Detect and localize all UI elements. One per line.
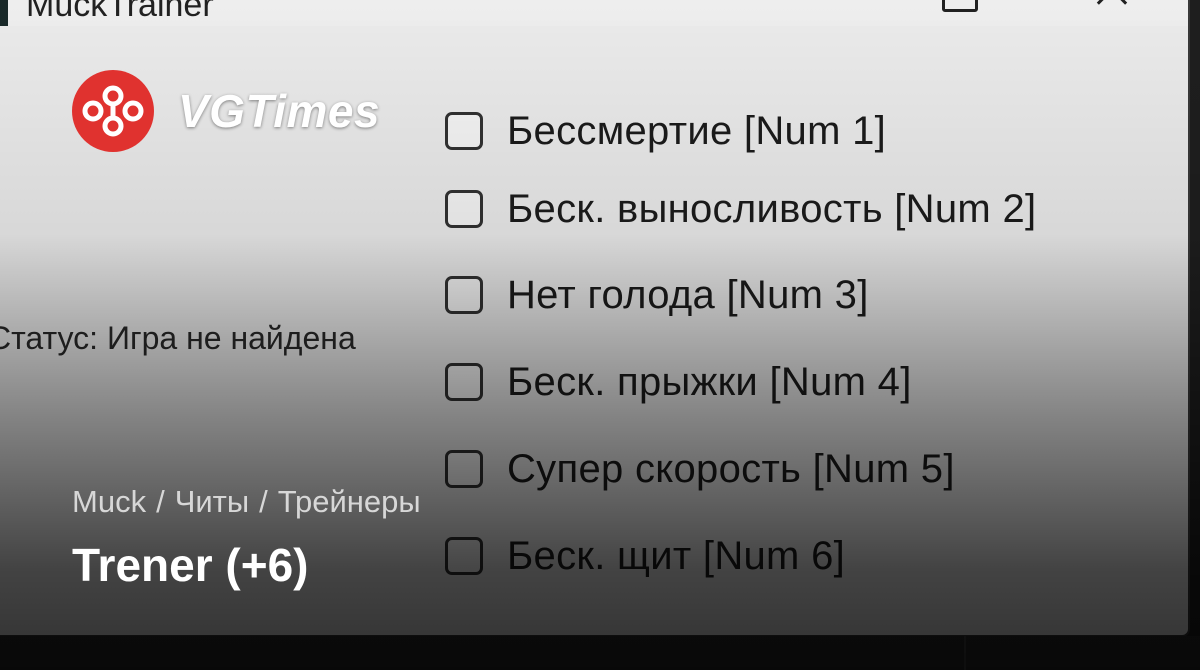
cheat-label: Супер скорость [Num 5] bbox=[507, 446, 955, 491]
checkbox[interactable] bbox=[445, 190, 483, 228]
maximize-icon[interactable] bbox=[932, 0, 992, 26]
checkbox[interactable] bbox=[445, 112, 483, 150]
desktop-strip bbox=[0, 636, 1200, 670]
breadcrumb-separator: / bbox=[156, 484, 165, 519]
window-title: MuckTrainer bbox=[26, 0, 214, 24]
title-bar: MuckTrainer bbox=[0, 0, 1188, 26]
checkbox[interactable] bbox=[445, 363, 483, 401]
checkbox[interactable] bbox=[445, 537, 483, 575]
breadcrumb-item[interactable]: Читы bbox=[175, 484, 249, 519]
close-icon[interactable] bbox=[1080, 0, 1140, 26]
cheat-option[interactable]: Супер скорость [Num 5] bbox=[445, 444, 955, 494]
cheat-label: Бессмертие [Num 1] bbox=[507, 108, 887, 153]
cheat-option[interactable]: Бессмертие [Num 1] bbox=[445, 106, 886, 156]
site-name: VGTimes bbox=[178, 85, 381, 137]
page-title: Trener (+6) bbox=[72, 539, 309, 591]
breadcrumb-item[interactable]: Трейнеры bbox=[278, 484, 421, 519]
cheat-label: Нет голода [Num 3] bbox=[507, 272, 869, 317]
breadcrumb-separator: / bbox=[259, 484, 268, 519]
checkbox[interactable] bbox=[445, 276, 483, 314]
app-icon bbox=[0, 0, 8, 26]
cheat-label: Беск. прыжки [Num 4] bbox=[507, 359, 912, 404]
screenshot-stage: MuckTrainer Статус: Игра не найдена Бесс… bbox=[0, 0, 1200, 670]
breadcrumb-item[interactable]: Muck bbox=[72, 484, 146, 519]
minimize-icon[interactable] bbox=[780, 0, 840, 26]
breadcrumb: Muck / Читы / Трейнеры bbox=[72, 484, 421, 520]
checkbox[interactable] bbox=[445, 450, 483, 488]
vgtimes-logo-icon bbox=[72, 70, 154, 152]
cheat-label: Беск. щит [Num 6] bbox=[507, 533, 846, 578]
cheat-option[interactable]: Беск. выносливость [Num 2] bbox=[445, 184, 1036, 234]
cheat-label: Беск. выносливость [Num 2] bbox=[507, 186, 1037, 231]
cheat-option[interactable]: Беск. щит [Num 6] bbox=[445, 531, 845, 581]
cheat-option[interactable]: Беск. прыжки [Num 4] bbox=[445, 357, 912, 407]
status-text: Статус: Игра не найдена bbox=[0, 320, 356, 356]
site-logo[interactable]: VGTimes bbox=[72, 70, 380, 152]
cheat-option[interactable]: Нет голода [Num 3] bbox=[445, 270, 869, 320]
